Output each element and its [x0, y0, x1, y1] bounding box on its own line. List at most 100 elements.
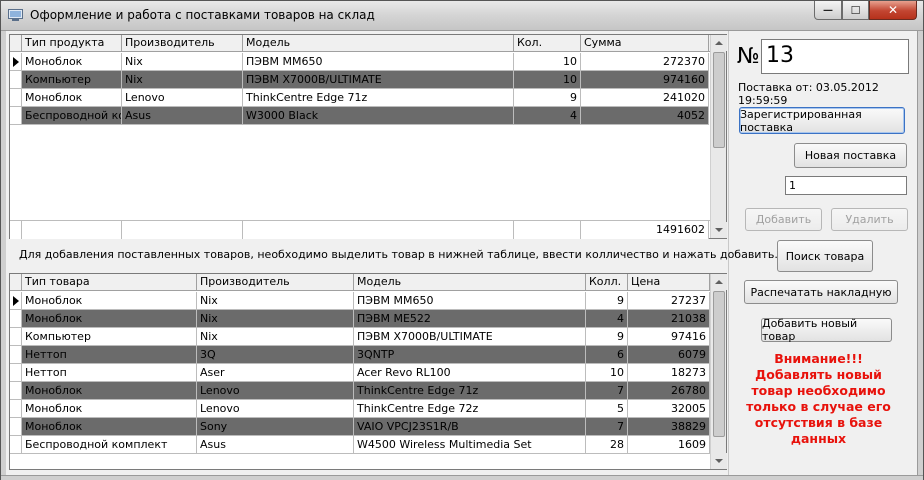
- registered-delivery-button[interactable]: Зарегистрированная поставка: [739, 107, 905, 134]
- table-cell[interactable]: 3Q: [197, 346, 354, 364]
- row-indicator[interactable]: [10, 292, 22, 310]
- column-header[interactable]: Кол.: [514, 35, 581, 52]
- table-row[interactable]: Неттоп Aser Acer Revo RL100 10 18273: [10, 364, 710, 382]
- table-row[interactable]: Моноблок Lenovo ThinkCentre Edge 72z 5 32005: [10, 400, 710, 418]
- table-cell[interactable]: Моноблок: [22, 53, 122, 71]
- table-cell[interactable]: 38829: [628, 418, 710, 436]
- table-cell[interactable]: Lenovo: [197, 400, 354, 418]
- maximize-button[interactable]: ☐: [842, 1, 869, 20]
- table-cell[interactable]: Беспроводной комплект: [22, 107, 122, 125]
- table-cell[interactable]: Моноблок: [22, 89, 122, 107]
- table-cell[interactable]: W4500 Wireless Multimedia Set: [354, 436, 586, 454]
- close-button[interactable]: ✕: [869, 1, 917, 20]
- table-row[interactable]: Моноблок Nix ПЭВМ ММ650 9 27237: [10, 292, 710, 310]
- table-cell[interactable]: 272370: [581, 53, 709, 71]
- delivery-number-field[interactable]: 13: [761, 39, 909, 74]
- delivery-items-grid[interactable]: Тип продукта Производитель Модель Кол. С…: [9, 34, 727, 239]
- table-cell[interactable]: 28: [586, 436, 628, 454]
- products-grid[interactable]: Тип товара Производитель Модель Колл. Це…: [9, 273, 727, 470]
- table-cell[interactable]: Asus: [122, 107, 243, 125]
- table-cell[interactable]: Моноблок: [22, 418, 197, 436]
- column-header[interactable]: Цена: [628, 274, 710, 291]
- row-indicator[interactable]: [10, 107, 22, 125]
- table-cell[interactable]: ПЭВМ ММ650: [243, 53, 514, 71]
- table-cell[interactable]: ПЭВМ X7000B/ULTIMATE: [354, 328, 586, 346]
- table-cell[interactable]: Asus: [197, 436, 354, 454]
- table-cell[interactable]: Моноблок: [22, 382, 197, 400]
- row-indicator[interactable]: [10, 328, 22, 346]
- table-row[interactable]: Беспроводной комплектAsusW3000 Black4405…: [10, 107, 709, 125]
- table-cell[interactable]: Моноблок: [22, 310, 197, 328]
- table-cell[interactable]: 9: [514, 89, 581, 107]
- add-button[interactable]: Добавить: [745, 208, 822, 231]
- table-cell[interactable]: Компьютер: [22, 71, 122, 89]
- table-cell[interactable]: ThinkCentre Edge 71z: [243, 89, 514, 107]
- table-cell[interactable]: Nix: [122, 53, 243, 71]
- table-cell[interactable]: 4: [586, 310, 628, 328]
- row-indicator[interactable]: [10, 382, 22, 400]
- table-cell[interactable]: 97416: [628, 328, 710, 346]
- column-header[interactable]: Сумма: [581, 35, 709, 52]
- column-header[interactable]: Модель: [243, 35, 514, 52]
- table-cell[interactable]: Неттоп: [22, 346, 197, 364]
- table-cell[interactable]: Lenovo: [197, 382, 354, 400]
- row-indicator[interactable]: [10, 71, 22, 89]
- top-grid-scrollbar[interactable]: [710, 35, 727, 238]
- table-cell[interactable]: ThinkCentre Edge 71z: [354, 382, 586, 400]
- table-cell[interactable]: 5: [586, 400, 628, 418]
- table-cell[interactable]: 9: [586, 328, 628, 346]
- table-cell[interactable]: Nix: [122, 71, 243, 89]
- row-indicator[interactable]: [10, 418, 22, 436]
- table-cell[interactable]: Неттоп: [22, 364, 197, 382]
- table-row[interactable]: Неттоп 3Q 3QNTP 6 6079: [10, 346, 710, 364]
- table-cell[interactable]: Nix: [197, 292, 354, 310]
- row-indicator[interactable]: [10, 436, 22, 454]
- table-cell[interactable]: Беспроводной комплект: [22, 436, 197, 454]
- row-indicator[interactable]: [10, 346, 22, 364]
- table-cell[interactable]: Nix: [197, 310, 354, 328]
- scroll-thumb[interactable]: [713, 291, 725, 437]
- table-cell[interactable]: 6079: [628, 346, 710, 364]
- delete-button[interactable]: Удалить: [831, 208, 908, 231]
- table-cell[interactable]: 26780: [628, 382, 710, 400]
- table-row[interactable]: Моноблок Nix ПЭВМ ММ650 10 272370: [10, 53, 709, 71]
- table-cell[interactable]: Nix: [197, 328, 354, 346]
- title-bar[interactable]: Оформление и работа с поставками товаров…: [1, 1, 923, 31]
- scroll-down-button[interactable]: [711, 222, 727, 238]
- table-cell[interactable]: ПЭВМ X7000B/ULTIMATE: [243, 71, 514, 89]
- table-cell[interactable]: 4052: [581, 107, 709, 125]
- table-cell[interactable]: 18273: [628, 364, 710, 382]
- table-cell[interactable]: Acer Revo RL100: [354, 364, 586, 382]
- table-cell[interactable]: 10: [514, 53, 581, 71]
- table-cell[interactable]: 27237: [628, 292, 710, 310]
- table-row[interactable]: Моноблок Nix ПЭВМ МЕ522 4 21038: [10, 310, 710, 328]
- column-header[interactable]: Тип продукта: [22, 35, 122, 52]
- table-cell[interactable]: 21038: [628, 310, 710, 328]
- print-invoice-button[interactable]: Распечатать накладную: [744, 280, 898, 304]
- table-row[interactable]: Моноблок Lenovo ThinkCentre Edge 71z 7 26780: [10, 382, 710, 400]
- bottom-grid-scrollbar[interactable]: [710, 274, 727, 469]
- scroll-thumb[interactable]: [713, 52, 725, 148]
- table-row[interactable]: Компьютер Nix ПЭВМ X7000B/ULTIMATE 9 97416: [10, 328, 710, 346]
- table-cell[interactable]: ThinkCentre Edge 72z: [354, 400, 586, 418]
- scroll-down-button[interactable]: [711, 453, 727, 469]
- column-header[interactable]: Модель: [354, 274, 586, 291]
- table-cell[interactable]: 241020: [581, 89, 709, 107]
- quantity-input[interactable]: 1: [785, 176, 907, 195]
- table-cell[interactable]: 4: [514, 107, 581, 125]
- row-indicator[interactable]: [10, 53, 22, 71]
- table-cell[interactable]: 10: [586, 364, 628, 382]
- table-cell[interactable]: 974160: [581, 71, 709, 89]
- table-row[interactable]: Моноблок Sony VAIO VPCJ23S1R/B 7 38829: [10, 418, 710, 436]
- column-header[interactable]: Производитель: [197, 274, 354, 291]
- column-header[interactable]: Тип товара: [22, 274, 197, 291]
- table-cell[interactable]: 3QNTP: [354, 346, 586, 364]
- row-indicator[interactable]: [10, 400, 22, 418]
- table-row[interactable]: Моноблок Lenovo ThinkCentre Edge 71z 9 24102…: [10, 89, 709, 107]
- table-cell[interactable]: 9: [586, 292, 628, 310]
- table-cell[interactable]: 10: [514, 71, 581, 89]
- column-header[interactable]: Производитель: [122, 35, 243, 52]
- table-cell[interactable]: ПЭВМ ММ650: [354, 292, 586, 310]
- table-cell[interactable]: ПЭВМ МЕ522: [354, 310, 586, 328]
- table-cell[interactable]: Sony: [197, 418, 354, 436]
